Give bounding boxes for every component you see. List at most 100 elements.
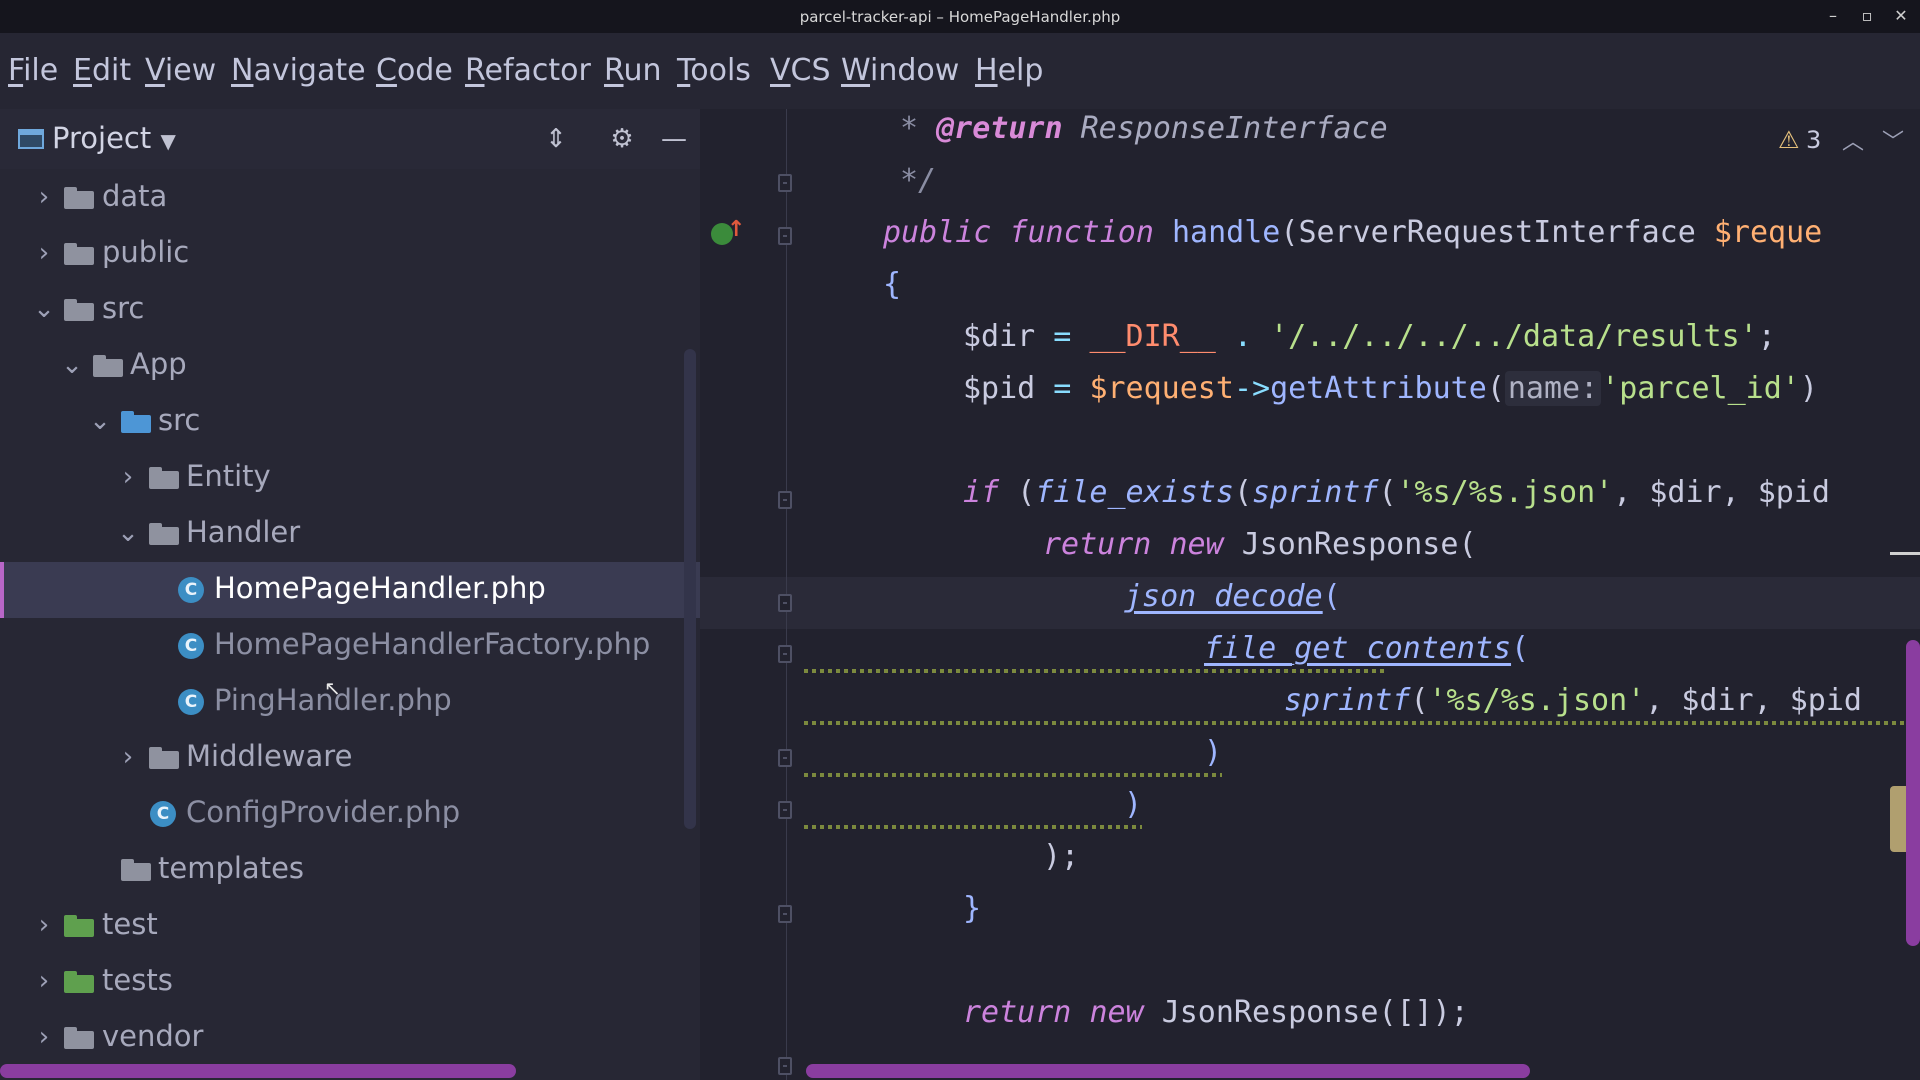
fold-marker-icon[interactable] — [778, 905, 792, 923]
php-class-icon: C — [178, 577, 204, 603]
fold-marker-icon[interactable] — [778, 645, 792, 663]
warning-underline — [804, 773, 1222, 777]
tree-item-label: HomePageHandlerFactory.php — [214, 627, 651, 661]
chevron-right-icon[interactable]: › — [116, 460, 140, 494]
chevron-right-icon[interactable]: › — [32, 1020, 56, 1054]
tree-item-label: ConfigProvider.php — [186, 795, 461, 829]
overrides-arrow-icon[interactable]: ↑ — [727, 217, 745, 242]
chevron-down-icon[interactable]: ⌄ — [116, 516, 140, 550]
menu-vcs[interactable]: VCS — [770, 53, 831, 88]
close-button[interactable]: ✕ — [1888, 4, 1914, 28]
menu-refactor-mnemonic: R — [465, 53, 485, 88]
fold-marker-icon[interactable] — [778, 594, 792, 612]
folder-icon — [64, 299, 94, 321]
project-view-selector[interactable]: Project ▼ — [52, 121, 176, 155]
menu-navigate[interactable]: Navigate — [231, 53, 366, 88]
tree-item-app[interactable]: ⌄ App — [0, 338, 700, 394]
chevron-down-icon[interactable]: ⌄ — [32, 292, 56, 326]
code-line: ) — [1124, 787, 1143, 822]
tree-item-label: vendor — [102, 1019, 204, 1053]
previous-highlight-icon[interactable]: ︿ — [1842, 124, 1864, 156]
dropdown-arrow-icon[interactable]: ▼ — [160, 129, 175, 153]
window-title: parcel-tracker-api – HomePageHandler.php — [799, 8, 1121, 26]
menu-view-label: iew — [164, 53, 217, 88]
menu-help[interactable]: Help — [975, 53, 1043, 88]
menu-edit[interactable]: Edit — [73, 53, 131, 88]
folder-icon — [64, 243, 94, 265]
fold-marker-icon[interactable] — [778, 227, 792, 245]
tree-item-vendor[interactable]: › vendor — [0, 1010, 700, 1066]
project-horizontal-scrollbar[interactable] — [0, 1064, 516, 1078]
chevron-right-icon[interactable]: › — [32, 908, 56, 942]
code-line: */ — [900, 163, 937, 198]
fold-marker-icon[interactable] — [778, 801, 792, 819]
warning-underline — [804, 669, 1384, 673]
project-vertical-scrollbar[interactable] — [684, 349, 696, 829]
menu-view[interactable]: View — [145, 53, 216, 88]
tree-item-entity[interactable]: › Entity — [0, 450, 700, 506]
code-line: $dir = __DIR__ . '/../../../../data/resu… — [963, 319, 1776, 354]
chevron-down-icon[interactable]: ⌄ — [60, 348, 84, 382]
fold-marker-icon[interactable] — [778, 491, 792, 509]
tree-item-pinghandler[interactable]: C PingHandler.php — [0, 674, 700, 730]
tree-item-public[interactable]: › public — [0, 226, 700, 282]
tree-item-tests[interactable]: › tests — [0, 954, 700, 1010]
tree-item-src[interactable]: ⌄ src — [0, 282, 700, 338]
chevron-right-icon[interactable]: › — [32, 180, 56, 214]
menu-code[interactable]: Code — [376, 53, 453, 88]
menu-file[interactable]: File — [8, 53, 58, 88]
menu-help-label: elp — [997, 53, 1044, 88]
menu-window[interactable]: Window — [841, 53, 959, 88]
tree-item-label: HomePageHandler.php — [214, 571, 546, 605]
code-line: } — [963, 891, 982, 926]
menu-tools[interactable]: Tools — [677, 53, 751, 88]
menu-code-label: ode — [396, 53, 453, 88]
code-line: { — [883, 267, 902, 302]
code-line: * @return ResponseInterface — [900, 111, 1388, 146]
tree-item-templates[interactable]: templates — [0, 842, 700, 898]
editor-horizontal-scrollbar[interactable] — [806, 1064, 1530, 1078]
error-stripe-marker[interactable] — [1890, 552, 1920, 555]
fold-marker-icon[interactable] — [778, 1057, 792, 1075]
fold-marker-icon[interactable] — [778, 174, 792, 192]
php-class-icon: C — [178, 633, 204, 659]
chevron-down-icon[interactable]: ⌄ — [88, 404, 112, 438]
chevron-right-icon[interactable]: › — [32, 236, 56, 270]
menu-code-mnemonic: C — [376, 53, 397, 88]
tree-item-label: public — [102, 235, 190, 269]
menu-refactor[interactable]: Refactor — [465, 53, 591, 88]
tree-item-label: App — [130, 347, 187, 381]
folder-icon — [93, 355, 123, 377]
chevron-right-icon[interactable]: › — [32, 964, 56, 998]
tree-item-configprovider[interactable]: C ConfigProvider.php — [0, 786, 700, 842]
fold-marker-icon[interactable] — [778, 749, 792, 767]
menu-view-mnemonic: V — [145, 53, 165, 88]
maximize-button[interactable]: ▫ — [1854, 4, 1880, 28]
code-line: public function handle(ServerRequestInte… — [883, 215, 1823, 250]
menu-run-label: un — [623, 53, 662, 88]
tree-item-homepagehandlerfactory[interactable]: C HomePageHandlerFactory.php — [0, 618, 700, 674]
php-class-icon: C — [150, 801, 176, 827]
hide-panel-icon[interactable]: — — [656, 121, 692, 157]
menu-run[interactable]: Run — [604, 53, 662, 88]
tree-item-handler[interactable]: ⌄ Handler — [0, 506, 700, 562]
tree-item-test[interactable]: › test — [0, 898, 700, 954]
tree-item-middleware[interactable]: › Middleware — [0, 730, 700, 786]
chevron-right-icon[interactable]: › — [116, 740, 140, 774]
tree-item-data[interactable]: › data — [0, 170, 700, 226]
minimize-button[interactable]: – — [1820, 4, 1846, 28]
project-window-icon — [18, 129, 44, 149]
code-line: return new JsonResponse([]); — [963, 995, 1469, 1030]
tree-item-app-src[interactable]: ⌄ src — [0, 394, 700, 450]
menu-tools-label: ools — [690, 53, 751, 88]
menu-window-label: indow — [870, 53, 960, 88]
tree-item-homepagehandler[interactable]: C HomePageHandler.php — [0, 562, 700, 618]
menu-bar: File Edit View Navigate Code Refactor Ru… — [0, 33, 1920, 109]
collapse-all-icon[interactable]: ⇕ — [538, 121, 574, 157]
code-editor[interactable]: ↑ * @return ResponseInterface */ public … — [700, 109, 1920, 1080]
gear-icon[interactable]: ⚙ — [604, 121, 640, 157]
menu-vcs-mnemonic: V — [770, 53, 791, 88]
code-line: json_decode( — [1124, 579, 1341, 614]
next-highlight-icon[interactable]: ﹀ — [1882, 124, 1904, 156]
editor-vertical-scrollbar[interactable] — [1906, 640, 1920, 946]
